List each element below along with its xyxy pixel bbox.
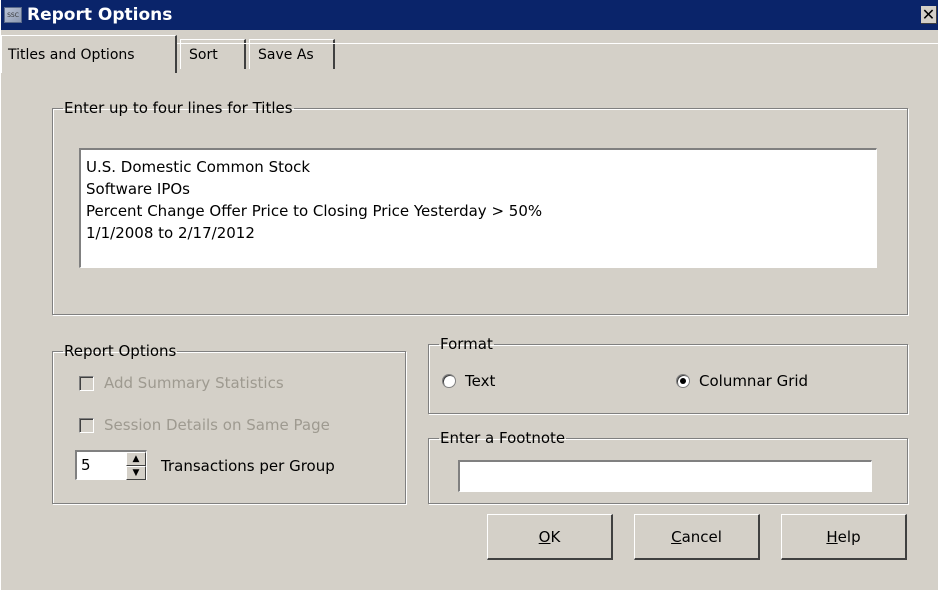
tab-titles-and-options[interactable]: Titles and Options	[1, 35, 177, 73]
spin-down-icon[interactable]: ▼	[126, 466, 146, 480]
app-icon: SSC	[4, 7, 22, 23]
title-bar[interactable]: SSC Report Options ✕	[1, 0, 938, 30]
transactions-per-group-spinner[interactable]: 5 ▲ ▼	[75, 450, 147, 480]
report-options-group-label: Report Options	[64, 342, 177, 360]
title-line-4: 1/1/2008 to 2/17/2012	[86, 224, 255, 242]
checkbox-box[interactable]	[79, 375, 94, 391]
ok-button[interactable]: OK	[487, 514, 613, 560]
spin-buttons: ▲ ▼	[126, 452, 146, 480]
footnote-input[interactable]	[458, 460, 872, 492]
cancel-button[interactable]: Cancel	[634, 514, 760, 560]
title-line-3: Percent Change Offer Price to Closing Pr…	[86, 202, 543, 220]
format-columnar-grid-radio[interactable]: Columnar Grid	[676, 372, 808, 390]
session-details-checkbox[interactable]: Session Details on Same Page	[79, 416, 330, 434]
cancel-label-rest: ancel	[681, 527, 722, 546]
transactions-per-group-label: Transactions per Group	[161, 457, 335, 475]
help-label-rest: elp	[837, 527, 861, 546]
add-summary-statistics-label: Add Summary Statistics	[104, 374, 284, 392]
format-columnar-grid-label: Columnar Grid	[699, 372, 809, 390]
footnote-group-label: Enter a Footnote	[440, 429, 566, 447]
window-title: Report Options	[27, 5, 173, 25]
titles-textarea[interactable]: U.S. Domestic Common Stock Software IPOs…	[79, 148, 877, 268]
radio-button-icon[interactable]	[442, 374, 456, 388]
format-group-label: Format	[440, 335, 493, 353]
ok-mnemonic: O	[538, 527, 551, 546]
help-button[interactable]: Help	[781, 514, 907, 560]
radio-button-selected-icon[interactable]	[676, 374, 690, 388]
ok-label-rest: K	[550, 527, 561, 546]
format-text-radio[interactable]: Text	[442, 372, 495, 390]
titles-group-label: Enter up to four lines for Titles	[64, 99, 293, 117]
checkbox-box[interactable]	[79, 417, 94, 433]
tab-label: Titles and Options	[8, 46, 135, 63]
help-mnemonic: H	[826, 527, 838, 546]
title-line-1: U.S. Domestic Common Stock	[86, 158, 311, 176]
add-summary-statistics-checkbox[interactable]: Add Summary Statistics	[79, 374, 284, 392]
format-group: Format	[428, 336, 908, 414]
cancel-mnemonic: C	[671, 527, 682, 546]
report-options-dialog: SSC Report Options ✕ Titles and Options …	[0, 0, 938, 590]
spin-up-icon[interactable]: ▲	[126, 452, 146, 466]
close-icon[interactable]: ✕	[921, 5, 937, 24]
session-details-label: Session Details on Same Page	[104, 416, 330, 434]
format-text-label: Text	[465, 372, 496, 390]
title-line-2: Software IPOs	[86, 180, 190, 198]
transactions-per-group-value[interactable]: 5	[77, 452, 126, 479]
